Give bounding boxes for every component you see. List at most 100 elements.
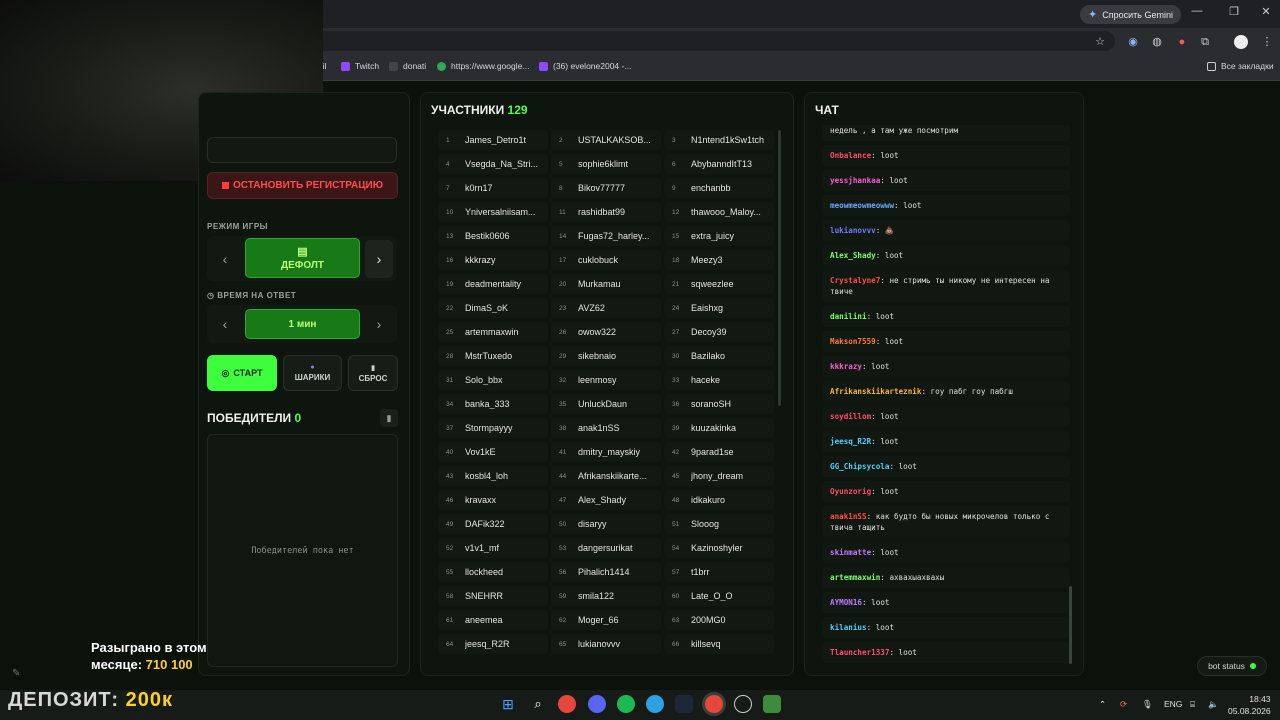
participant-item: 42 9parad1se	[664, 442, 774, 462]
chat-username[interactable]: meowmeowmeowww	[830, 201, 894, 210]
participant-item: 61 aneemea	[438, 610, 548, 630]
chat-username[interactable]: danilini	[830, 312, 867, 321]
windows-start-icon[interactable]: ⊞	[499, 695, 517, 713]
chat-scrollbar[interactable]	[1069, 586, 1072, 664]
chat-username[interactable]: anak1nSS	[830, 512, 867, 521]
game-mode-label: РЕЖИМ ИГРЫ	[207, 222, 268, 231]
all-bookmarks[interactable]: Все закладки	[1207, 61, 1274, 71]
participant-number: 36	[672, 400, 680, 408]
chat-username[interactable]: Tlauncher1337	[830, 648, 889, 657]
chat-username[interactable]: skinmatte	[830, 548, 871, 557]
reset-button[interactable]: ▮ СБРОС	[348, 355, 398, 391]
chat-username[interactable]: AYMON16	[830, 598, 862, 607]
gift-box-icon: ▤	[297, 246, 308, 258]
bookmark-twitch[interactable]: Twitch	[341, 61, 379, 71]
time-next-button[interactable]: ›	[365, 305, 393, 343]
participants-scrollbar[interactable]	[778, 130, 781, 406]
bookmark-evelone[interactable]: (36) evelone2004 -...	[539, 61, 631, 71]
trash-icon: ▮	[371, 364, 375, 372]
menu-kebab-icon[interactable]: ⋮	[1260, 35, 1274, 49]
participant-item: 51 Slooog	[664, 514, 774, 534]
ask-gemini-button[interactable]: ✦ Спросить Gemini	[1080, 5, 1181, 24]
tray-app-icon[interactable]: ⟳	[1120, 699, 1127, 710]
participant-number: 46	[446, 496, 454, 504]
participant-number: 2	[559, 136, 563, 144]
bookmark-google[interactable]: https://www.google...	[437, 61, 529, 71]
steam-icon[interactable]	[675, 695, 693, 713]
game-app-icon[interactable]	[763, 695, 781, 713]
extension-icon[interactable]: ◉	[1126, 35, 1140, 49]
chat-username[interactable]: yessjhankaa	[830, 176, 880, 185]
chat-username[interactable]: kilanius	[830, 623, 867, 632]
bookmark-star-icon[interactable]: ☆	[1093, 35, 1107, 49]
language-indicator[interactable]: ENG	[1164, 699, 1182, 709]
participant-item: 53 dangersurikat	[551, 538, 661, 558]
participant-number: 21	[672, 280, 680, 288]
chat-username[interactable]: kkkrazy	[830, 362, 862, 371]
extensions-puzzle-icon[interactable]: ⧉	[1198, 35, 1212, 49]
chat-message: yessjhankaa: loot	[822, 170, 1070, 191]
participant-name: v1v1_mf	[465, 543, 500, 553]
mode-prev-button[interactable]: ‹	[211, 240, 239, 278]
app-icon[interactable]	[734, 695, 752, 713]
participant-name: lukianovvv	[578, 639, 621, 649]
stop-registration-button[interactable]: ОСТАНОВИТЬ РЕГИСТРАЦИЮ	[207, 172, 398, 199]
played-line1: Разыграно в этом	[91, 640, 207, 655]
volume-icon[interactable]: 🔈	[1208, 699, 1219, 710]
bookmark-donati[interactable]: donati	[389, 61, 426, 71]
chat-username[interactable]: Afrikanskiikarteznik	[830, 387, 921, 396]
chat-username[interactable]: Oyunzorig	[830, 487, 871, 496]
chat-username[interactable]: Onbalance	[830, 151, 871, 160]
translate-icon[interactable]: ◍	[1150, 35, 1164, 49]
participant-item: 12 thawooo_Maloy...	[664, 202, 774, 222]
participant-item: 23 AVZ62	[551, 298, 661, 318]
mode-next-button[interactable]: ›	[365, 240, 393, 278]
profile-avatar[interactable]	[1234, 35, 1248, 49]
telegram-icon[interactable]	[646, 695, 664, 713]
chrome-active-icon[interactable]	[705, 695, 723, 713]
network-icon[interactable]: ⌸	[1190, 699, 1195, 710]
chat-username[interactable]: artemmaxwin	[830, 573, 880, 582]
chrome-icon[interactable]	[558, 695, 576, 713]
winners-list: Победителей пока нет	[207, 434, 398, 667]
chat-username[interactable]: lukianovvv	[830, 226, 876, 235]
participant-number: 62	[559, 616, 567, 624]
spotify-icon[interactable]	[617, 695, 635, 713]
system-clock[interactable]: 18:43 05.08.2026	[1228, 693, 1271, 717]
participant-item: 65 lukianovvv	[551, 634, 661, 654]
close-icon[interactable]: ✕	[1256, 5, 1276, 18]
bot-status-badge[interactable]: bot status	[1197, 656, 1267, 676]
participant-number: 37	[446, 424, 454, 432]
notification-icon[interactable]: ●	[1175, 35, 1189, 49]
deposit-value: 200к	[125, 689, 173, 711]
participant-name: N1ntend1kSw1tch	[691, 135, 765, 145]
search-icon[interactable]: ⌕	[529, 695, 547, 713]
participant-name: Vov1kE	[465, 447, 496, 457]
chat-username[interactable]: GG_Chipsycola	[830, 462, 889, 471]
participants-title: УЧАСТНИКИ 129	[431, 103, 528, 117]
participant-item: 31 Solo_bbx	[438, 370, 548, 390]
clear-winners-button[interactable]: ▮	[380, 409, 398, 427]
discord-icon[interactable]	[588, 695, 606, 713]
restore-icon[interactable]: ❐	[1224, 5, 1244, 18]
chat-username[interactable]: Makson7559	[830, 337, 876, 346]
participant-name: jhony_dream	[691, 471, 744, 481]
participant-number: 20	[559, 280, 567, 288]
registration-field[interactable]	[207, 137, 397, 163]
microphone-icon[interactable]: 🎙	[1142, 699, 1153, 710]
chat-username[interactable]: soydillom	[830, 412, 871, 421]
chat-text: loot	[880, 412, 899, 421]
chat-username[interactable]: Alex_Shady	[830, 251, 876, 260]
mode-value-button[interactable]: ▤ ДЕФОЛТ	[245, 238, 360, 278]
time-prev-button[interactable]: ‹	[211, 305, 239, 343]
chat-username[interactable]: Crystalyne7	[830, 276, 880, 285]
time-value-button[interactable]: 1 мин	[245, 309, 360, 339]
participant-number: 60	[672, 592, 680, 600]
chat-username[interactable]: jeesq_R2R	[830, 437, 871, 446]
start-button[interactable]: ◎ СТАРТ	[207, 355, 277, 391]
balls-button[interactable]: ● ШАРИКИ	[283, 355, 342, 391]
participant-number: 31	[446, 376, 454, 384]
participant-number: 32	[559, 376, 567, 384]
tray-chevron-up-icon[interactable]: ⌃	[1099, 699, 1106, 710]
minimize-icon[interactable]: —	[1187, 5, 1207, 17]
